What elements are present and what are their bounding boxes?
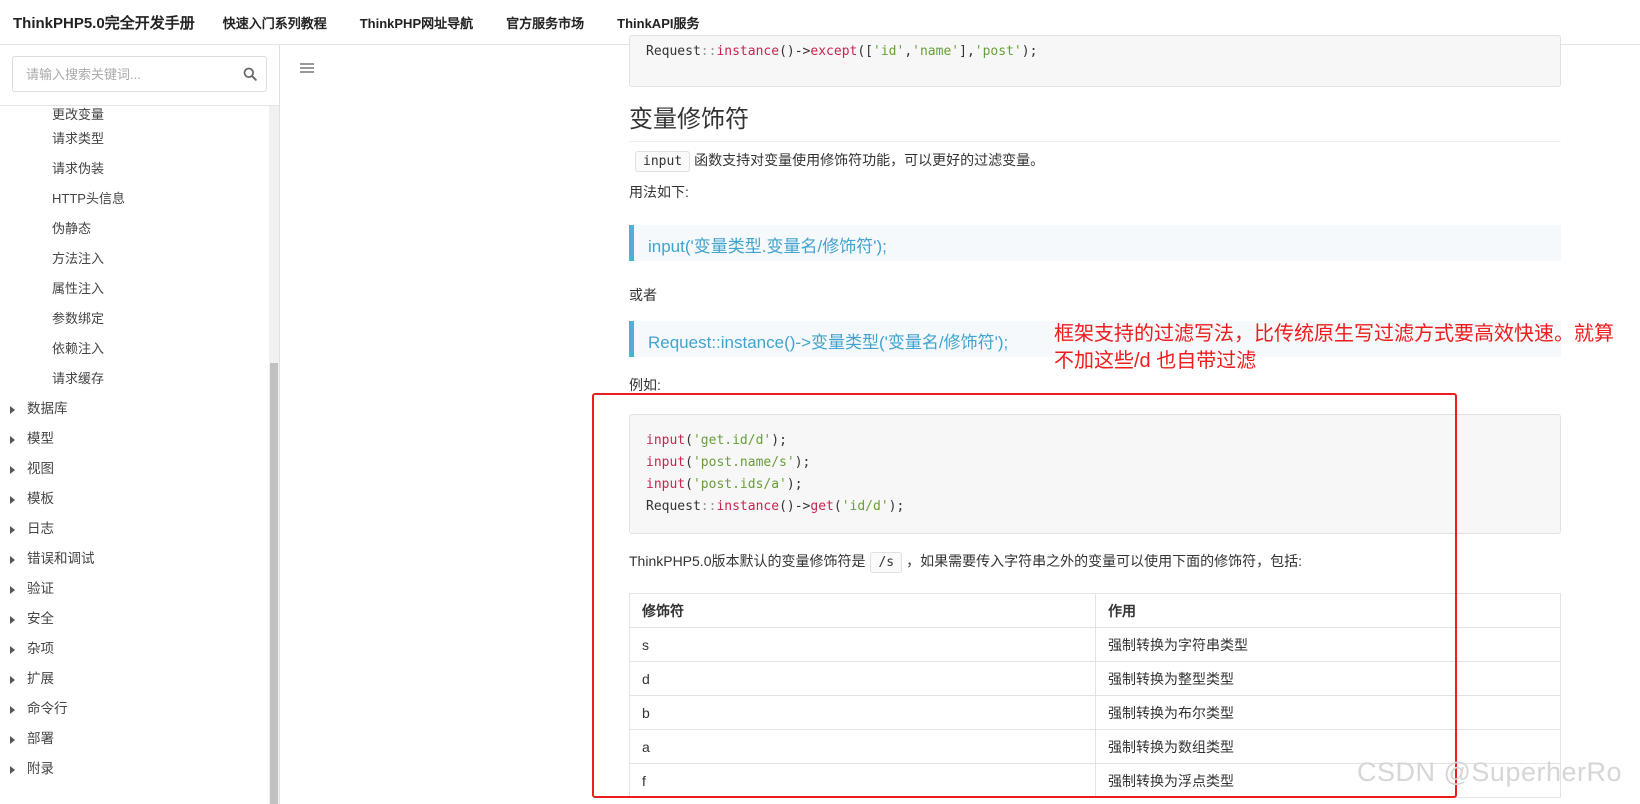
sidebar-search-area bbox=[0, 45, 279, 106]
inline-code-s: /s bbox=[870, 552, 903, 573]
toc-item-request-type[interactable]: 请求类型 bbox=[0, 123, 268, 154]
toc-list: 更改变量 请求类型 请求伪装 HTTP头信息 伪静态 方法注入 属性注入 参数绑… bbox=[0, 106, 268, 784]
table-header-effect: 作用 bbox=[1095, 593, 1561, 628]
caret-right-icon bbox=[10, 616, 15, 625]
usage-label: 用法如下: bbox=[629, 184, 689, 200]
toc-item-security[interactable]: 安全 bbox=[0, 604, 268, 634]
toc-item-validation[interactable]: 验证 bbox=[0, 574, 268, 604]
caret-right-icon bbox=[10, 766, 15, 775]
table-cell: f bbox=[629, 763, 1096, 798]
table-cell: 强制转换为布尔类型 bbox=[1095, 695, 1561, 730]
nav-link-tutorials[interactable]: 快速入门系列教程 bbox=[223, 13, 327, 32]
watermark: CSDN @SuperherRo bbox=[1357, 757, 1623, 787]
blockquote-usage-input: input('变量类型.变量名/修饰符'); bbox=[629, 225, 1561, 261]
toc-label: 扩展 bbox=[27, 671, 54, 687]
quote-text: Request::instance()->变量类型('变量名/修饰符'); bbox=[648, 333, 1009, 352]
toc-item-log[interactable]: 日志 bbox=[0, 514, 268, 544]
table-cell: a bbox=[629, 729, 1096, 764]
toc-item-view[interactable]: 视图 bbox=[0, 454, 268, 484]
nav-link-thinkapi[interactable]: ThinkAPI服务 bbox=[617, 13, 699, 32]
toc-item-appendix[interactable]: 附录 bbox=[0, 754, 268, 784]
search-box bbox=[12, 56, 267, 92]
toc-item-dependency-injection[interactable]: 依赖注入 bbox=[0, 334, 268, 364]
caret-right-icon bbox=[10, 736, 15, 745]
intro-paragraph: input 函数支持对变量使用修饰符功能，可以更好的过滤变量。 bbox=[635, 150, 1044, 172]
toc-label: 数据库 bbox=[27, 401, 68, 417]
toc-label: 错误和调试 bbox=[27, 551, 95, 567]
caret-right-icon bbox=[10, 556, 15, 565]
toc-item-extend[interactable]: 扩展 bbox=[0, 664, 268, 694]
code-block-example: input('get.id/d'); input('post.name/s');… bbox=[629, 414, 1561, 534]
toc-label: 日志 bbox=[27, 521, 54, 537]
toc-item-method-injection[interactable]: 方法注入 bbox=[0, 244, 268, 274]
toc-label: 验证 bbox=[27, 581, 54, 597]
table-cell: 强制转换为整型类型 bbox=[1095, 661, 1561, 696]
caret-right-icon bbox=[10, 526, 15, 535]
code-lines: input('get.id/d'); input('post.name/s');… bbox=[646, 433, 905, 514]
toc-item-pseudo-static[interactable]: 伪静态 bbox=[0, 214, 268, 244]
toc-item-database[interactable]: 数据库 bbox=[0, 394, 268, 424]
toc-item-http-header[interactable]: HTTP头信息 bbox=[0, 184, 268, 215]
table-header-modifier: 修饰符 bbox=[629, 593, 1096, 628]
caret-right-icon bbox=[10, 586, 15, 595]
intro-text: 函数支持对变量使用修饰符功能，可以更好的过滤变量。 bbox=[694, 152, 1045, 168]
table-row: b 强制转换为布尔类型 bbox=[629, 695, 1561, 730]
default-text-before: ThinkPHP5.0版本默认的变量修饰符是 bbox=[629, 553, 866, 569]
toc-item-misc[interactable]: 杂项 bbox=[0, 634, 268, 664]
table-cell: b bbox=[629, 695, 1096, 730]
caret-right-icon bbox=[10, 436, 15, 445]
toc-item-property-injection[interactable]: 属性注入 bbox=[0, 274, 268, 304]
toc-item-error-debug[interactable]: 错误和调试 bbox=[0, 544, 268, 574]
toc-label: 安全 bbox=[27, 611, 54, 627]
table-cell: s bbox=[629, 627, 1096, 662]
search-icon[interactable] bbox=[243, 67, 257, 81]
toc-label: 命令行 bbox=[27, 701, 68, 717]
caret-right-icon bbox=[10, 706, 15, 715]
toc-label: 部署 bbox=[27, 731, 54, 747]
toc-item-template[interactable]: 模板 bbox=[0, 484, 268, 514]
toc-item-change-variable[interactable]: 更改变量 bbox=[0, 106, 268, 123]
example-label: 例如: bbox=[629, 377, 661, 393]
default-modifier-paragraph: ThinkPHP5.0版本默认的变量修饰符是/s ，如果需要传入字符串之外的变量可… bbox=[629, 551, 1302, 573]
nav-link-service-market[interactable]: 官方服务市场 bbox=[506, 13, 584, 32]
toc-label: 模型 bbox=[27, 431, 54, 447]
caret-right-icon bbox=[10, 466, 15, 475]
toc-item-command-line[interactable]: 命令行 bbox=[0, 694, 268, 724]
caret-right-icon bbox=[10, 496, 15, 505]
caret-right-icon bbox=[10, 406, 15, 415]
default-text-after: ，如果需要传入字符串之外的变量可以使用下面的修饰符，包括: bbox=[906, 553, 1303, 569]
toc-label: 模板 bbox=[27, 491, 54, 507]
quote-text: input('变量类型.变量名/修饰符'); bbox=[648, 237, 887, 256]
inline-code-input: input bbox=[635, 151, 691, 172]
caret-right-icon bbox=[10, 676, 15, 685]
table-header-row: 修饰符 作用 bbox=[629, 593, 1561, 628]
sidebar-scrollbar-thumb[interactable] bbox=[270, 363, 278, 804]
nav-link-site-guide[interactable]: ThinkPHP网址导航 bbox=[360, 13, 473, 32]
search-input[interactable] bbox=[13, 57, 228, 91]
annotation-text: 框架支持的过滤写法，比传统原生写过滤方式要高效快速。就算不加这些/d 也自带过滤 bbox=[1054, 323, 1614, 372]
toc-label: 杂项 bbox=[27, 641, 54, 657]
top-nav: 快速入门系列教程 ThinkPHP网址导航 官方服务市场 ThinkAPI服务 bbox=[223, 13, 733, 32]
toc-label: 视图 bbox=[27, 461, 54, 477]
toc-item-param-binding[interactable]: 参数绑定 bbox=[0, 304, 268, 334]
toc-item-deploy[interactable]: 部署 bbox=[0, 724, 268, 754]
toc-item-request-cache[interactable]: 请求缓存 bbox=[0, 364, 268, 394]
toc-item-model[interactable]: 模型 bbox=[0, 424, 268, 454]
site-brand[interactable]: ThinkPHP5.0完全开发手册 bbox=[13, 12, 195, 33]
sidebar: 更改变量 请求类型 请求伪装 HTTP头信息 伪静态 方法注入 属性注入 参数绑… bbox=[0, 45, 280, 804]
table-row: d 强制转换为整型类型 bbox=[629, 661, 1561, 696]
toc-label: 附录 bbox=[27, 761, 54, 777]
code-block-top: Request::instance()->except(['id','name'… bbox=[629, 35, 1561, 87]
code-line: Request::instance()->except(['id','name'… bbox=[646, 44, 1038, 59]
table-row: s 强制转换为字符串类型 bbox=[629, 627, 1561, 662]
or-text: 或者 bbox=[629, 287, 657, 303]
section-heading: 变量修饰符 bbox=[629, 99, 1561, 142]
table-cell: 强制转换为字符串类型 bbox=[1095, 627, 1561, 662]
toc-item-request-spoof[interactable]: 请求伪装 bbox=[0, 154, 268, 184]
caret-right-icon bbox=[10, 646, 15, 655]
menu-toggle-icon[interactable] bbox=[300, 63, 314, 75]
table-cell: d bbox=[629, 661, 1096, 696]
